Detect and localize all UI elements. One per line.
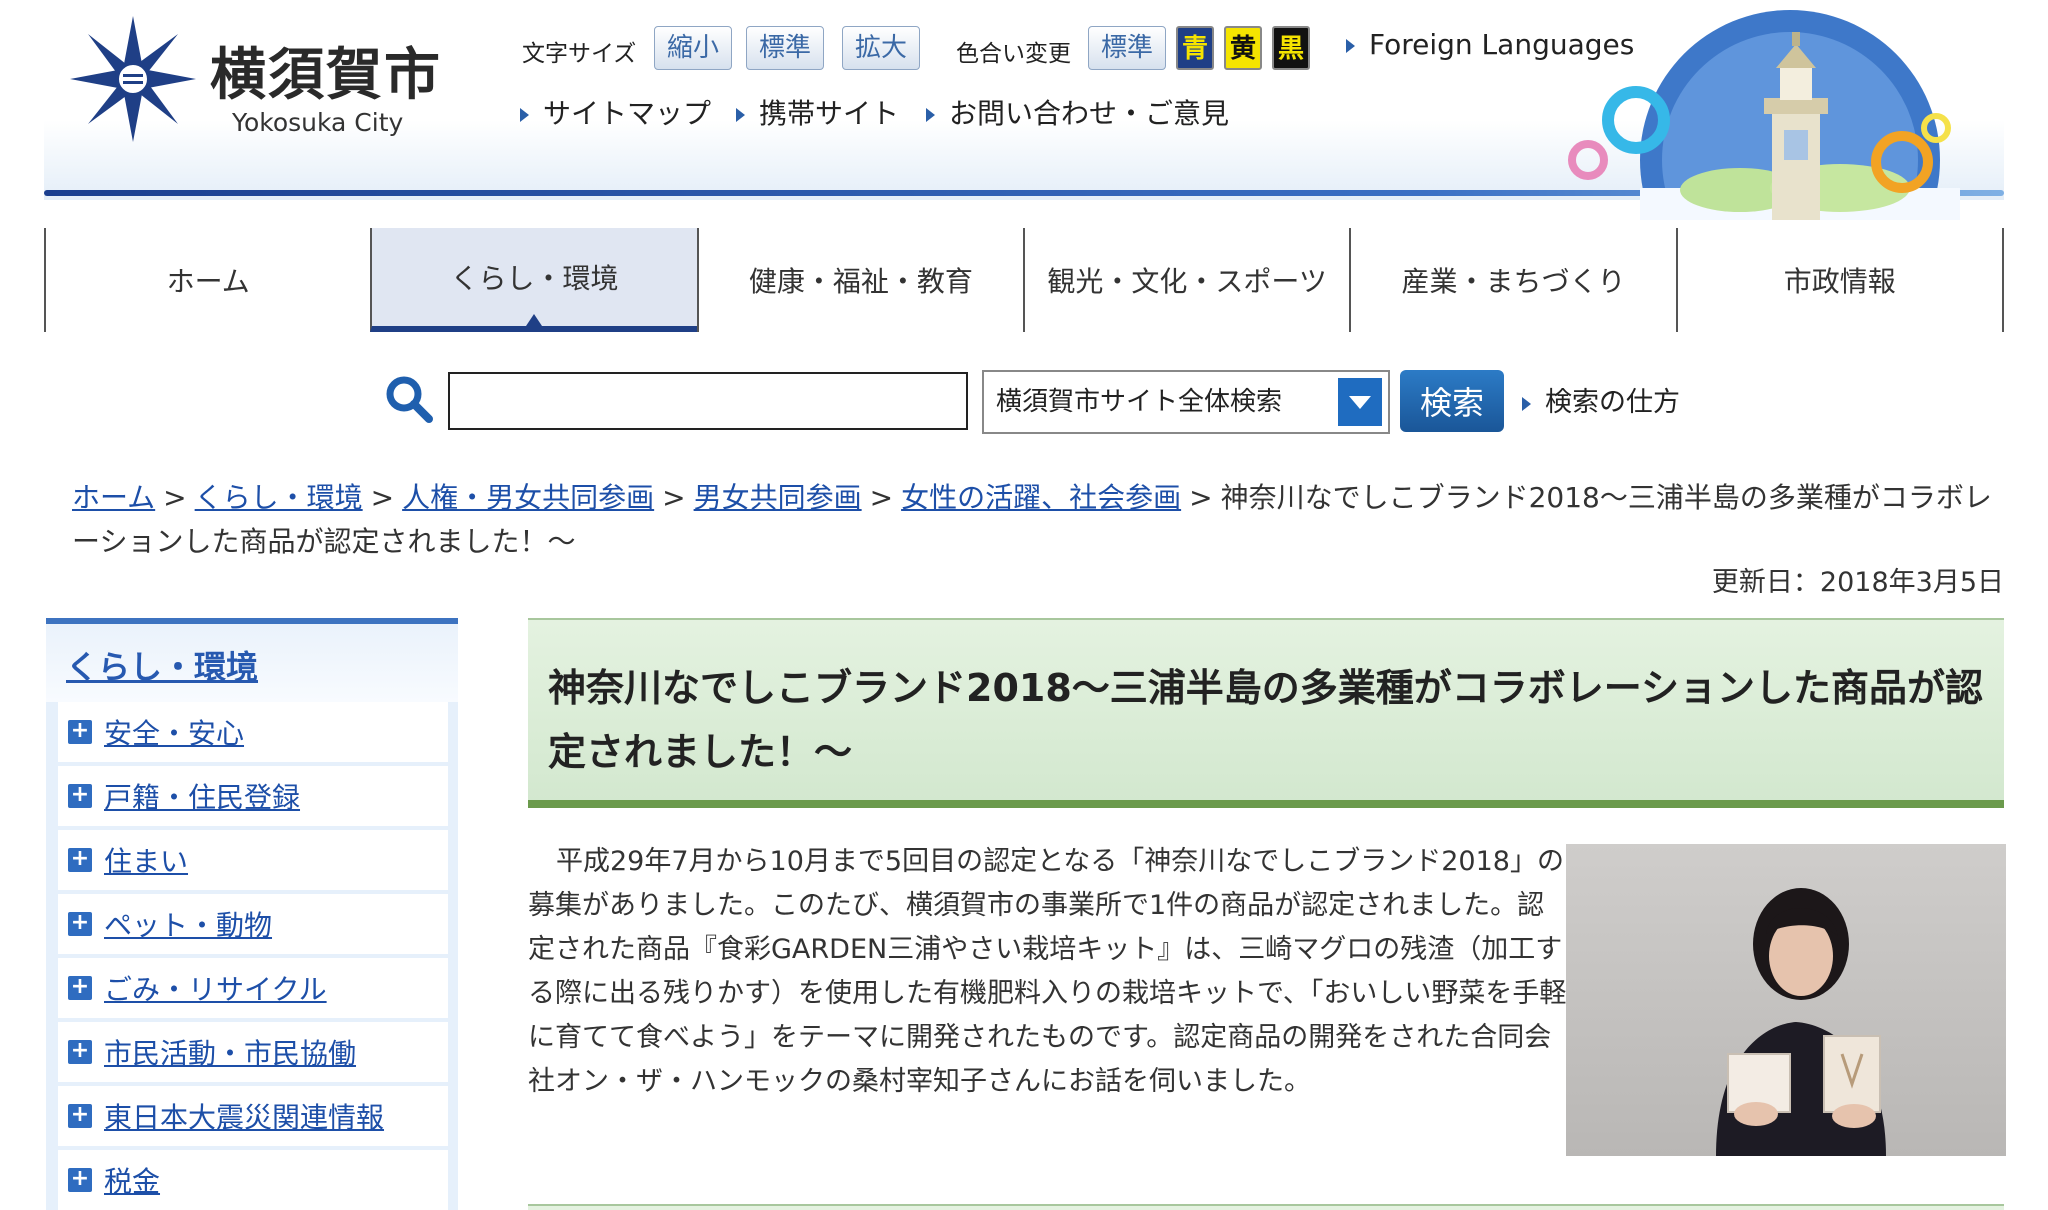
color-change-label: 色合い変更 (956, 41, 1071, 67)
search-scope-value: 横須賀市サイト全体検索 (996, 387, 1283, 417)
plus-icon[interactable]: + (68, 848, 92, 872)
triangle-right-icon (1522, 396, 1531, 411)
triangle-right-icon (736, 108, 745, 122)
plus-icon[interactable]: + (68, 976, 92, 1000)
triangle-right-icon (520, 108, 529, 122)
sidebar-item-pets[interactable]: + ペット・動物 (58, 894, 448, 954)
global-nav: ホーム くらし・環境 健康・福祉・教育 観光・文化・スポーツ 産業・まちづくり … (44, 228, 2004, 332)
nav-item-tourism-culture-sports[interactable]: 観光・文化・スポーツ (1022, 228, 1349, 332)
font-size-label: 文字サイズ (522, 41, 637, 67)
sidebar-heading-link[interactable]: くらし・環境 (66, 648, 258, 686)
breadcrumb: ホーム > くらし・環境 > 人権・男女共同参画 > 男女共同参画 > 女性の活躍、社会参画 > 神… (72, 481, 1992, 558)
next-section-box (528, 1204, 2004, 1210)
color-blue-button[interactable]: 青 (1176, 26, 1214, 70)
plus-icon[interactable]: + (68, 784, 92, 808)
sidebar: くらし・環境 + 安全・安心 + 戸籍・住民登録 + 住まい + ペット・動物 + ごみ・… (46, 618, 458, 1210)
article-photo (1566, 844, 2006, 1156)
nav-item-city-administration[interactable]: 市政情報 (1675, 228, 2004, 332)
color-black-button[interactable]: 黒 (1272, 26, 1310, 70)
chevron-down-icon (1338, 378, 1382, 426)
breadcrumb-living-environment[interactable]: くらし・環境 (195, 481, 363, 514)
sitemap-link[interactable]: サイトマップ (520, 92, 711, 132)
plus-icon[interactable]: + (68, 1168, 92, 1192)
sidebar-heading: くらし・環境 (46, 624, 458, 702)
article-title-box: 神奈川なでしこブランド2018～三浦半島の多業種がコラボレーションした商品が認定… (528, 618, 2004, 808)
font-size-small-button[interactable]: 縮小 (654, 26, 733, 70)
nav-item-health-welfare-education[interactable]: 健康・福祉・教育 (696, 228, 1023, 332)
search-scope-select[interactable]: 横須賀市サイト全体検索 (982, 370, 1390, 434)
plus-icon[interactable]: + (68, 720, 92, 744)
triangle-right-icon (926, 108, 935, 122)
site-logo-english[interactable]: Yokosuka City (232, 108, 403, 137)
search-input[interactable] (448, 372, 968, 430)
search-help-link[interactable]: 検索の仕方 (1522, 380, 1680, 419)
search-button[interactable]: 検索 (1400, 370, 1504, 432)
sidebar-item-safety[interactable]: + 安全・安心 (58, 702, 448, 762)
sidebar-item-taxes[interactable]: + 税金 (58, 1150, 448, 1210)
plus-icon[interactable]: + (68, 1104, 92, 1128)
triangle-right-icon (1346, 39, 1355, 53)
sidebar-list: + 安全・安心 + 戸籍・住民登録 + 住まい + ペット・動物 + ごみ・リサイクル +… (46, 702, 458, 1210)
sidebar-item-earthquake-info[interactable]: + 東日本大震災関連情報 (58, 1086, 448, 1146)
article-title: 神奈川なでしこブランド2018～三浦半島の多業種がコラボレーションした商品が認定… (548, 666, 1984, 774)
sidebar-item-garbage-recycling[interactable]: + ごみ・リサイクル (58, 958, 448, 1018)
nav-item-industry-town-planning[interactable]: 産業・まちづくり (1349, 228, 1675, 332)
plus-icon[interactable]: + (68, 1040, 92, 1064)
plus-icon[interactable]: + (68, 912, 92, 936)
breadcrumb-gender-equality[interactable]: 男女共同参画 (694, 481, 862, 514)
article-body: 平成29年7月から10月まで5回目の認定となる「神奈川なでしこブランド2018」… (528, 846, 1567, 1097)
breadcrumb-women-participation[interactable]: 女性の活躍、社会参画 (901, 481, 1181, 514)
search-icon (386, 376, 433, 423)
nav-item-home[interactable]: ホーム (44, 228, 370, 332)
color-standard-button[interactable]: 標準 (1088, 26, 1167, 70)
lighthouse-illustration (1568, 10, 1960, 220)
mobile-site-link[interactable]: 携帯サイト (736, 92, 899, 132)
font-size-large-button[interactable]: 拡大 (842, 26, 921, 70)
sidebar-item-family-register[interactable]: + 戸籍・住民登録 (58, 766, 448, 826)
breadcrumb-human-rights[interactable]: 人権・男女共同参画 (402, 481, 654, 514)
city-emblem-icon[interactable] (68, 14, 198, 144)
nav-item-living-environment[interactable]: くらし・環境 (370, 228, 697, 332)
site-logo-text[interactable]: 横須賀市 (210, 30, 442, 111)
contact-link[interactable]: お問い合わせ・ご意見 (926, 92, 1229, 132)
sidebar-item-housing[interactable]: + 住まい (58, 830, 448, 890)
color-yellow-button[interactable]: 黄 (1224, 26, 1262, 70)
sidebar-item-civic-activities[interactable]: + 市民活動・市民協働 (58, 1022, 448, 1082)
font-size-standard-button[interactable]: 標準 (746, 26, 825, 70)
breadcrumb-home[interactable]: ホーム (72, 481, 155, 514)
updated-date: 更新日：2018年3月5日 (1711, 567, 2004, 598)
